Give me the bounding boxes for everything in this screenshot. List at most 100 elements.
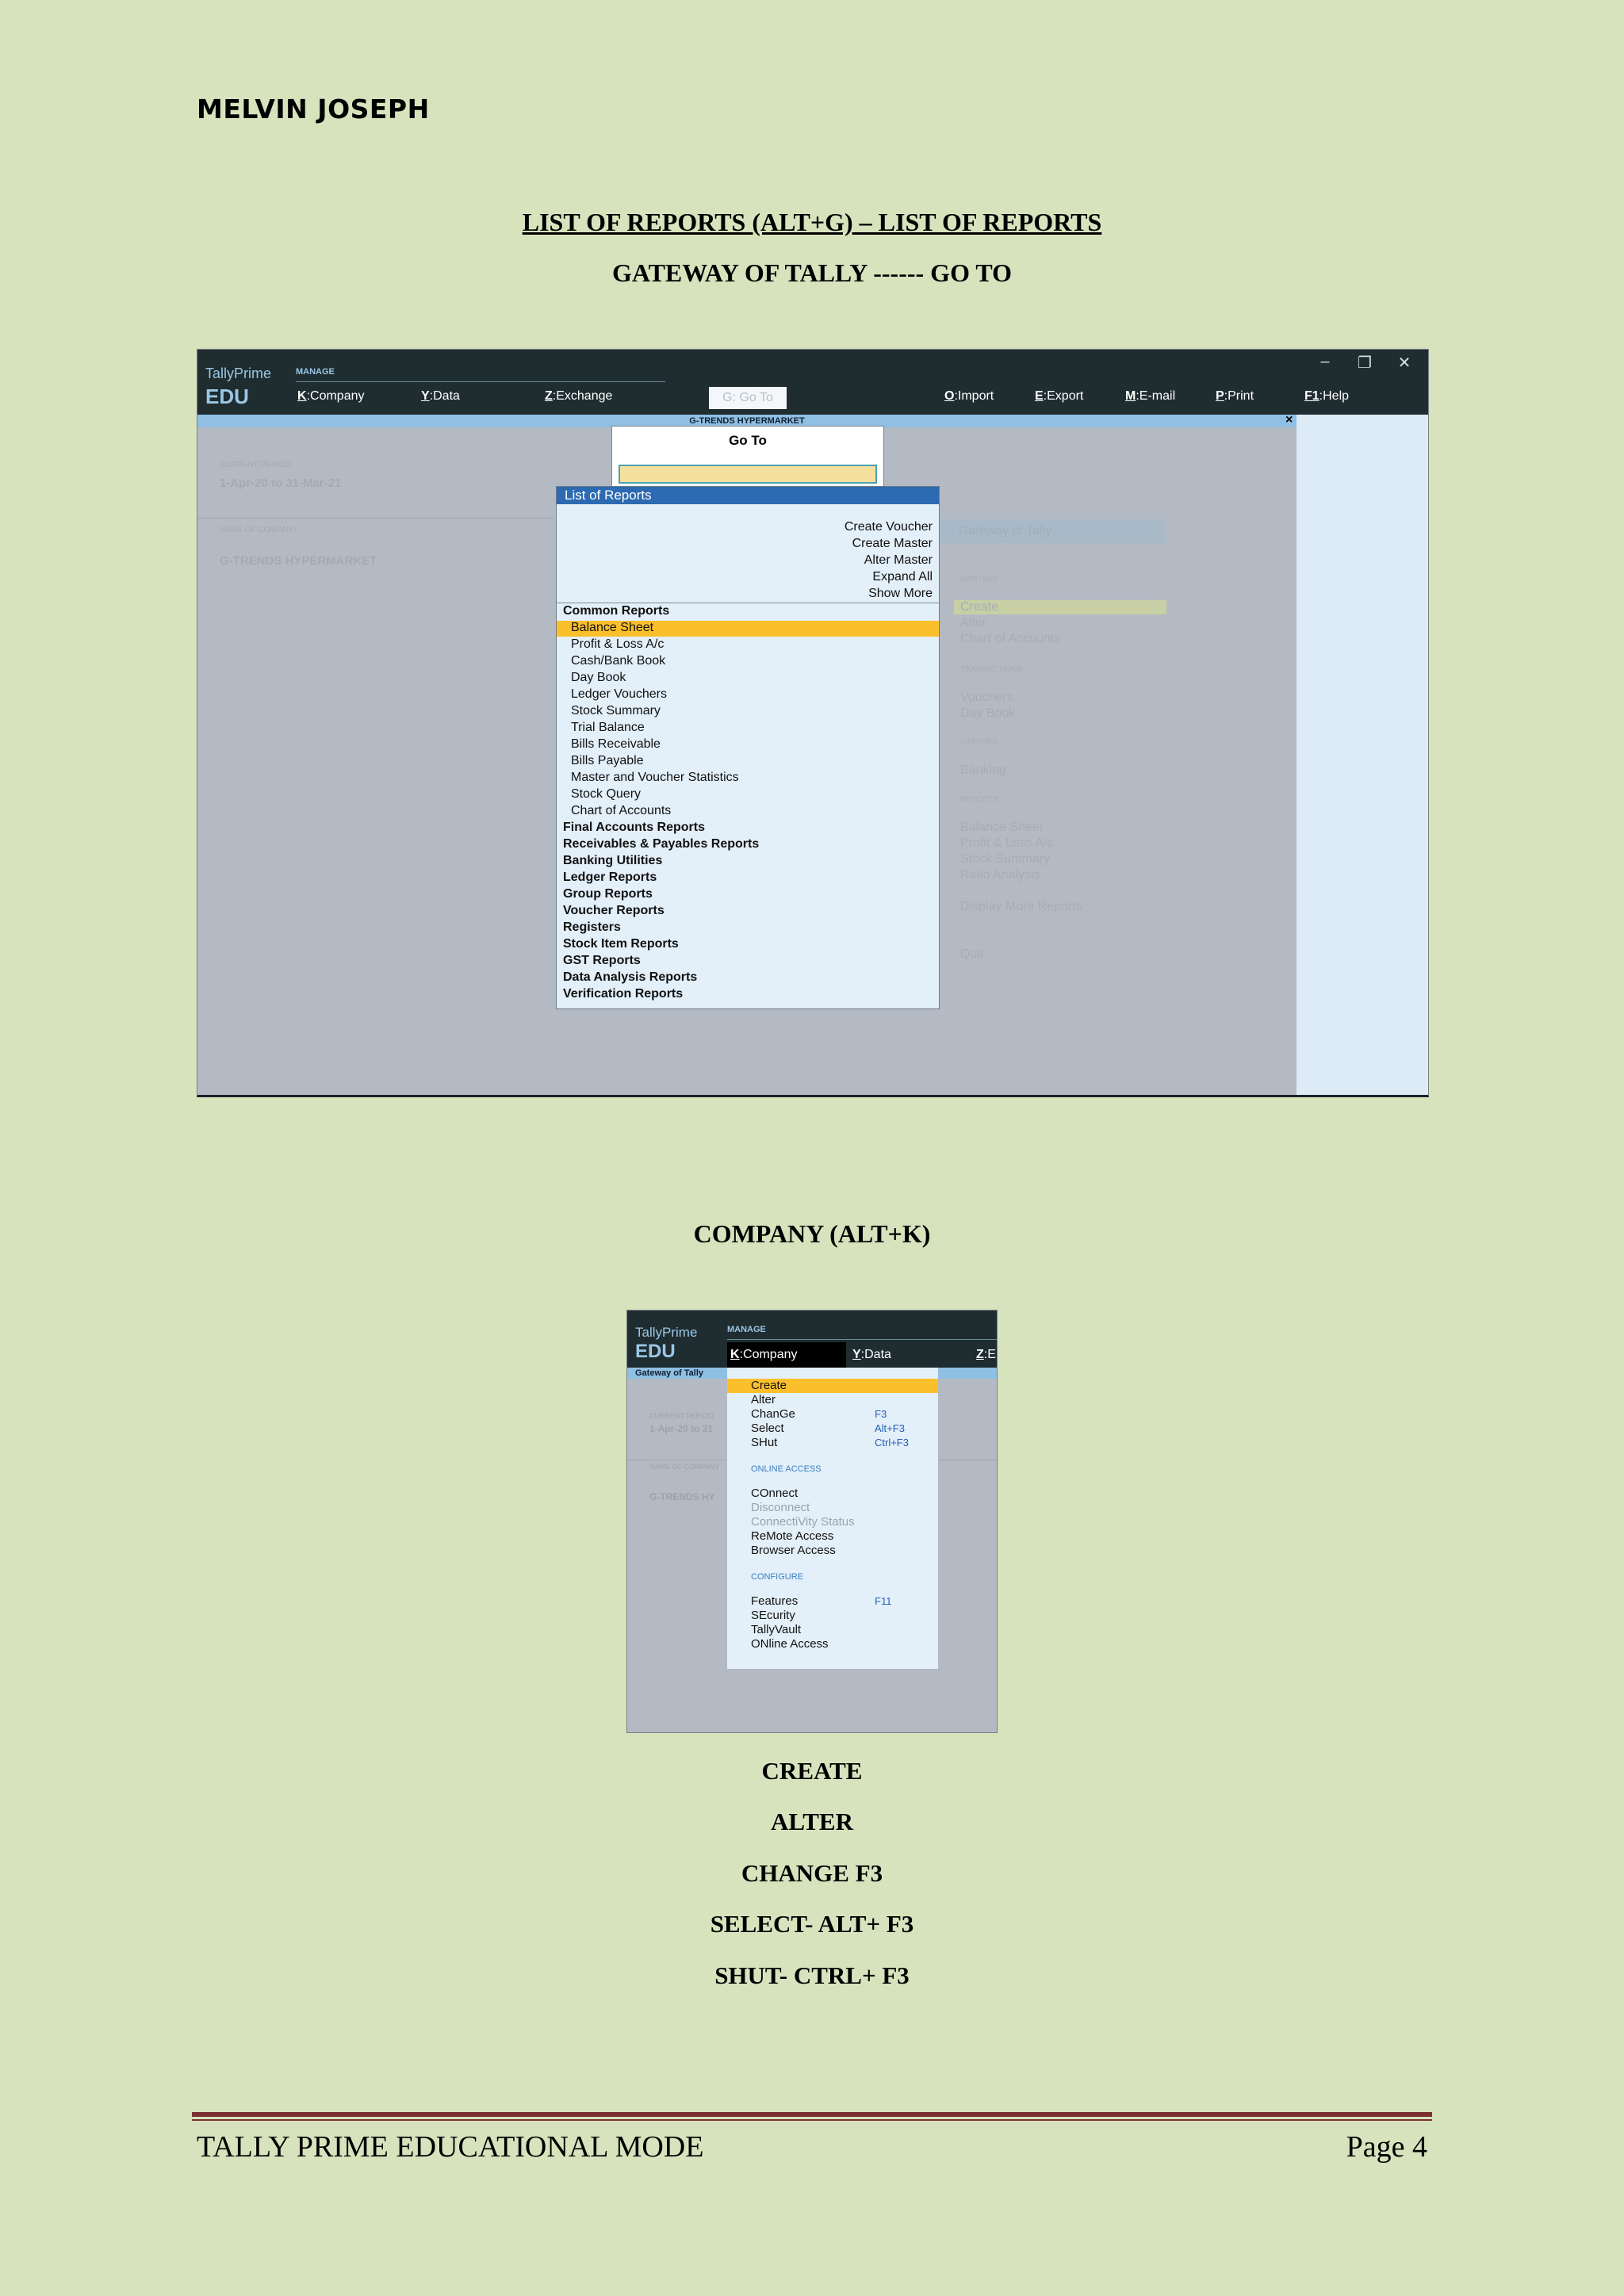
report-ledger-vouchers[interactable]: Ledger Vouchers <box>571 687 667 702</box>
company-dropdown: Create Alter ChanGe F3 Select Alt+F3 SHu… <box>727 1368 938 1669</box>
page-number: Page 4 <box>1346 2130 1427 2164</box>
menu-exchange[interactable]: Z:Exchange <box>545 389 612 404</box>
divider <box>197 518 554 519</box>
company-name-label: NAME OF COMPANY <box>220 526 298 534</box>
transactions-label: TRANSACTIONS <box>960 665 1023 674</box>
report-trial-balance[interactable]: Trial Balance <box>571 721 645 735</box>
utilities-label: UTILITIES <box>960 738 998 747</box>
alter-master-button[interactable]: Alter Master <box>864 553 933 568</box>
report-stock-query[interactable]: Stock Query <box>571 787 641 802</box>
command-select: SELECT- ALT+ F3 <box>710 1910 914 1938</box>
group-data-analysis-reports[interactable]: Data Analysis Reports <box>563 970 697 985</box>
brand-name: TallyPrime <box>635 1325 698 1340</box>
minimize-icon[interactable]: – <box>1314 353 1336 371</box>
report-bills-payable[interactable]: Bills Payable <box>571 754 644 768</box>
online-access-header: ONLINE ACCESS <box>751 1464 822 1474</box>
group-stock-item-reports[interactable]: Stock Item Reports <box>563 937 679 951</box>
show-more-button[interactable]: Show More <box>868 587 933 601</box>
gateway-title: Gateway of Tally <box>959 524 1052 538</box>
command-create: CREATE <box>761 1757 863 1785</box>
configure-header: CONFIGURE <box>751 1572 803 1582</box>
report-master-voucher-statistics[interactable]: Master and Voucher Statistics <box>571 771 739 785</box>
group-banking-utilities[interactable]: Banking Utilities <box>563 854 662 868</box>
report-cash-bank-book[interactable]: Cash/Bank Book <box>571 654 665 668</box>
masters-label: MASTERS <box>960 575 999 584</box>
report-bills-receivable[interactable]: Bills Receivable <box>571 737 661 752</box>
top-bar: TallyPrime EDU MANAGE K:Company Y:Data Z… <box>627 1311 997 1368</box>
goto-title: Go To <box>729 433 767 448</box>
create-master-button[interactable]: Create Master <box>852 537 933 551</box>
menu-data[interactable]: Y:Data <box>852 1342 891 1368</box>
menu-exchange[interactable]: Z:E <box>976 1342 996 1368</box>
menu-goto[interactable]: G: Go To <box>709 387 787 409</box>
company-name-label: NAME OF COMPANY <box>649 1463 720 1471</box>
goto-screenshot: TallyPrime EDU MANAGE K:Company Y:Data Z… <box>197 349 1429 1097</box>
brand-edition: EDU <box>205 385 249 408</box>
gateway-daybook: Day Book <box>960 706 1016 720</box>
footer-rule <box>192 2112 1432 2117</box>
shortcut-select: Alt+F3 <box>875 1422 905 1434</box>
footer-rule-thin <box>192 2119 1432 2121</box>
close-window-icon[interactable]: ✕ <box>1393 353 1415 373</box>
restore-icon[interactable]: ❐ <box>1354 353 1376 373</box>
command-change: CHANGE F3 <box>741 1859 883 1887</box>
group-final-accounts[interactable]: Final Accounts Reports <box>563 821 705 835</box>
group-group-reports[interactable]: Group Reports <box>563 887 653 901</box>
create-voucher-button[interactable]: Create Voucher <box>845 520 933 534</box>
menu-select[interactable]: Select <box>751 1422 784 1435</box>
report-chart-of-accounts[interactable]: Chart of Accounts <box>571 804 671 818</box>
menu-remote-access[interactable]: ReMote Access <box>751 1529 833 1543</box>
menu-import[interactable]: O:Import <box>944 389 994 404</box>
menu-data[interactable]: Y:Data <box>421 389 460 404</box>
period-label: CURRENT PERIOD <box>220 461 291 469</box>
report-stock-summary[interactable]: Stock Summary <box>571 704 661 718</box>
brand-name: TallyPrime <box>205 365 272 381</box>
menu-company[interactable]: K:Company <box>727 1342 846 1368</box>
group-ledger-reports[interactable]: Ledger Reports <box>563 871 657 885</box>
menu-change[interactable]: ChanGe <box>751 1407 795 1421</box>
report-balance-sheet[interactable]: Balance Sheet <box>571 621 653 635</box>
command-alter: ALTER <box>771 1808 853 1835</box>
menu-help[interactable]: F1:Help <box>1304 389 1349 404</box>
group-verification-reports[interactable]: Verification Reports <box>563 987 683 1001</box>
menu-shut[interactable]: SHut <box>751 1436 777 1449</box>
period-value: 1-Apr-20 to 31 <box>649 1423 714 1434</box>
gateway-title: Gateway of Tally <box>635 1368 703 1378</box>
common-reports-header: Common Reports <box>563 604 670 618</box>
menu-online-access[interactable]: ONline Access <box>751 1637 829 1651</box>
period-value: 1-Apr-20 to 31-Mar-21 <box>220 476 342 490</box>
gateway-ratio: Ratio Analysis <box>960 868 1040 882</box>
expand-all-button[interactable]: Expand All <box>872 570 933 584</box>
goto-dialog: Go To <box>611 426 884 494</box>
list-of-reports-panel: List of Reports Create Voucher Create Ma… <box>556 486 940 1009</box>
group-receivables-payables[interactable]: Receivables & Payables Reports <box>563 837 759 851</box>
report-profit-loss[interactable]: Profit & Loss A/c <box>571 637 664 652</box>
report-day-book[interactable]: Day Book <box>571 671 626 685</box>
menu-print[interactable]: P:Print <box>1216 389 1254 404</box>
footer-title: TALLY PRIME EDUCATIONAL MODE <box>197 2130 704 2164</box>
menu-company[interactable]: K:Company <box>297 389 365 404</box>
manage-label: MANAGE <box>296 367 335 377</box>
reports-label: REPORTS <box>960 795 999 804</box>
group-gst-reports[interactable]: GST Reports <box>563 954 641 968</box>
goto-search-input[interactable] <box>619 465 877 484</box>
group-registers[interactable]: Registers <box>563 920 621 935</box>
menu-connect[interactable]: COnnect <box>751 1487 798 1500</box>
menu-alter[interactable]: Alter <box>751 1393 776 1406</box>
gateway-display-more: Display More Reports <box>960 900 1082 913</box>
gateway-chart: Chart of Accounts <box>960 632 1061 645</box>
menu-email[interactable]: M:E-mail <box>1125 389 1175 404</box>
gateway-banking: Banking <box>960 763 1006 777</box>
page-title: LIST OF REPORTS (ALT+G) – LIST OF REPORT… <box>522 208 1102 236</box>
menu-features[interactable]: Features <box>751 1594 798 1608</box>
menu-browser-access[interactable]: Browser Access <box>751 1544 836 1557</box>
group-voucher-reports[interactable]: Voucher Reports <box>563 904 665 918</box>
menu-create[interactable]: Create <box>751 1379 787 1392</box>
menu-export[interactable]: E:Export <box>1035 389 1083 404</box>
close-icon[interactable]: × <box>1285 413 1293 427</box>
right-button-panel <box>1297 415 1428 1095</box>
menu-tallyvault[interactable]: TallyVault <box>751 1623 801 1636</box>
section-heading: COMPANY (ALT+K) <box>693 1219 931 1248</box>
company-menu-screenshot: TallyPrime EDU MANAGE K:Company Y:Data Z… <box>626 1310 998 1733</box>
menu-security[interactable]: SEcurity <box>751 1609 795 1622</box>
